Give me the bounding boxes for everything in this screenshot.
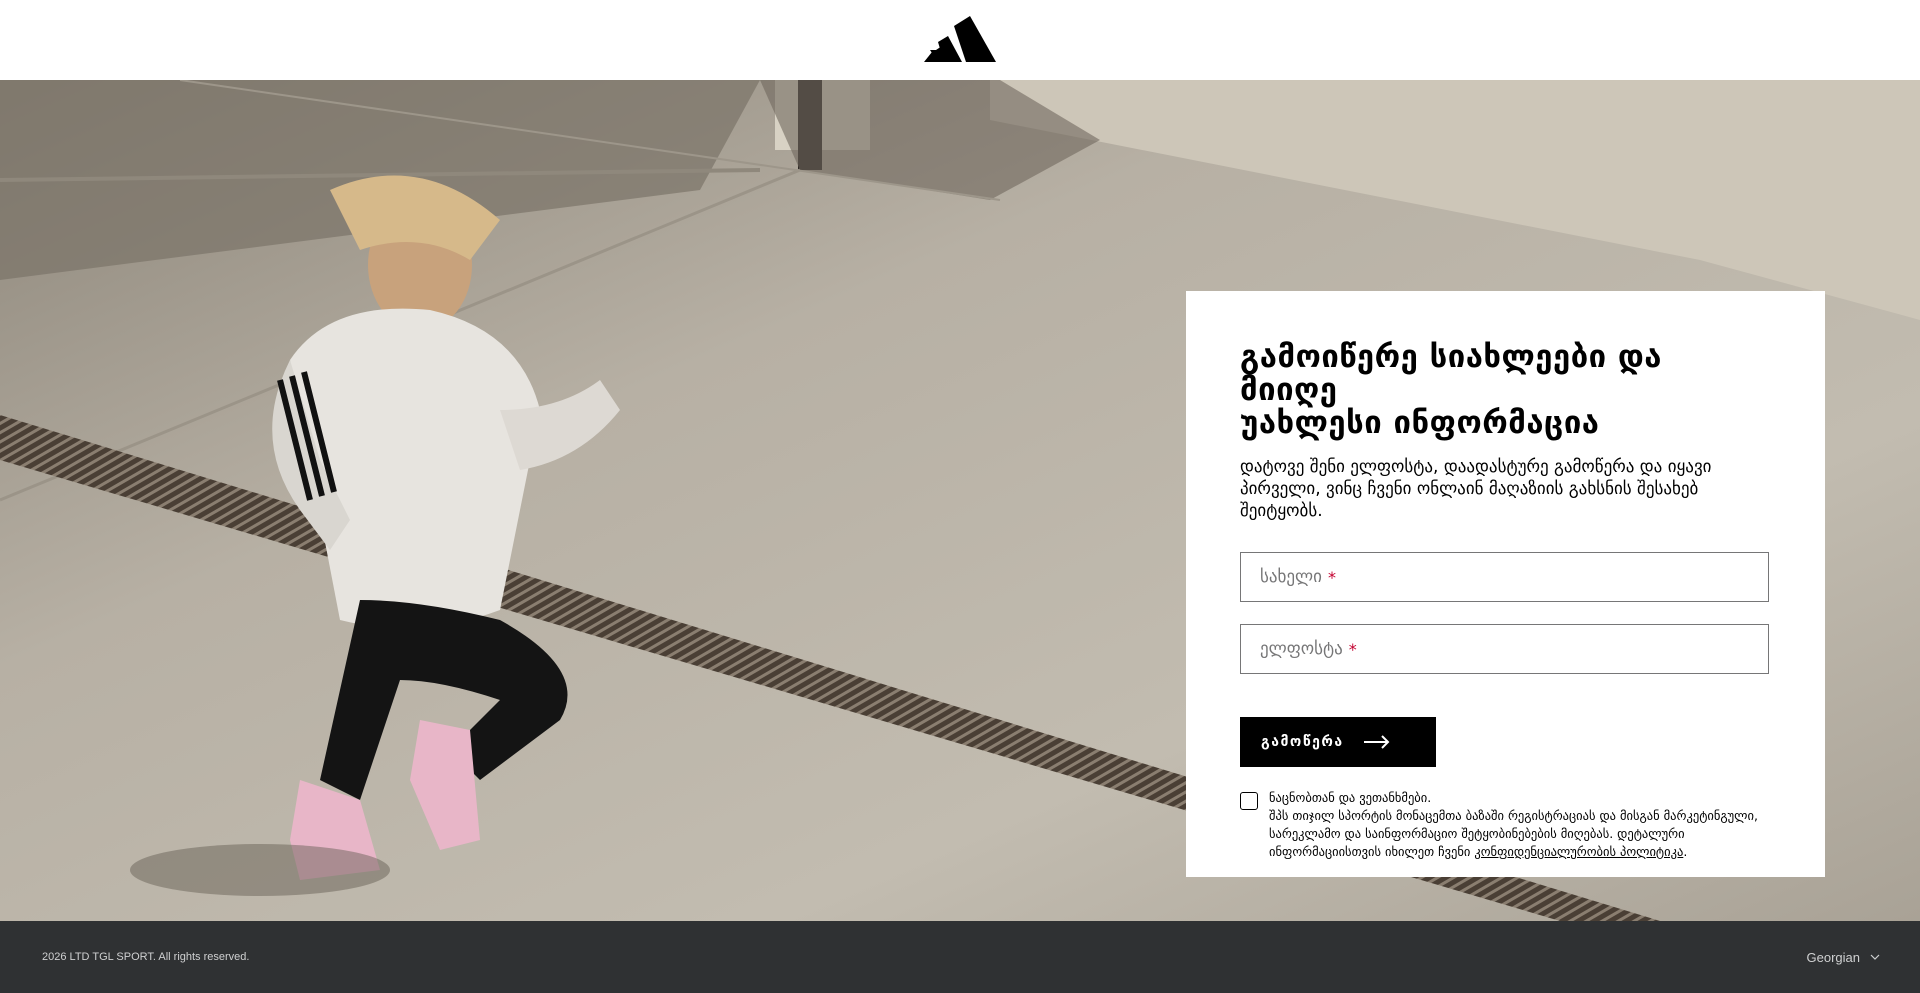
adidas-logo-icon[interactable] <box>924 16 996 64</box>
privacy-policy-link[interactable]: კონფიდენციალურობის პოლიტიკა <box>1474 844 1683 859</box>
consent-line-prefix: ინფორმაციისთვის იხილეთ ჩვენი <box>1269 844 1475 859</box>
signup-subtitle: დატოვე შენი ელფოსტა, დაადასტურე გამოწერა… <box>1240 457 1712 521</box>
consent-line: შპს თიჯილ სპორტის მონაცემთა ბაზაში რეგის… <box>1269 808 1758 823</box>
consent-line: ნაცნობთან და ვეთანხმები. <box>1269 790 1432 805</box>
subscribe-button-label: გამოწერა <box>1261 734 1344 750</box>
consent-text: ნაცნობთან და ვეთანხმები. შპს თიჯილ სპორტ… <box>1269 789 1759 861</box>
consent-line: სარეკლამო და საინფორმაციო შეტყობინებების… <box>1269 826 1685 841</box>
site-footer: 2026 LTD TGL SPORT. All rights reserved.… <box>0 921 1920 993</box>
chevron-down-icon <box>1870 954 1880 960</box>
hero-image: გამოიწერე სიახლეები და მიიღე უახლესი ინფ… <box>0 80 1920 921</box>
consent-line: ინფორმაციისთვის იხილეთ ჩვენი კონფიდენცია… <box>1269 843 1759 861</box>
consent-line-suffix: . <box>1683 844 1688 859</box>
copyright-text: 2026 LTD TGL SPORT. All rights reserved. <box>42 951 250 963</box>
email-field[interactable]: ელფოსტა * <box>1240 624 1769 674</box>
language-label: Georgian <box>1806 949 1860 965</box>
subscribe-button[interactable]: გამოწერა <box>1240 717 1436 767</box>
arrow-right-icon <box>1363 735 1390 749</box>
signup-title: გამოიწერე სიახლეები და მიიღე უახლესი ინფ… <box>1240 339 1662 441</box>
consent-row: ნაცნობთან და ვეთანხმები. შპს თიჯილ სპორტ… <box>1240 789 1770 861</box>
language-selector[interactable]: Georgian <box>1807 950 1880 965</box>
newsletter-signup-card: გამოიწერე სიახლეები და მიიღე უახლესი ინფ… <box>1186 291 1825 877</box>
consent-checkbox[interactable] <box>1240 792 1258 810</box>
name-field[interactable]: სახელი * <box>1240 552 1769 602</box>
site-header <box>0 0 1920 80</box>
